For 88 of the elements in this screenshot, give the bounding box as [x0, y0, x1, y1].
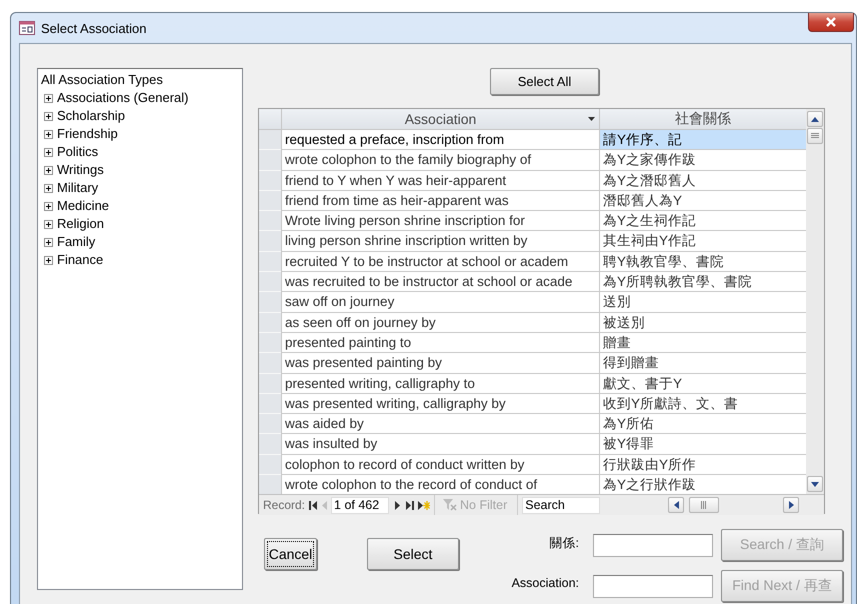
tree-item[interactable]: Politics — [57, 143, 98, 161]
table-cell: was presented painting by — [281, 353, 599, 374]
tree-root[interactable]: All Association Types — [41, 71, 239, 89]
table-cell: 潛邸舊人為Y — [599, 190, 806, 212]
tree-item[interactable]: Scholarship — [57, 107, 125, 125]
table-cell: living person shrine inscription written by — [281, 231, 599, 252]
table-cell: 得到贈畫 — [599, 353, 806, 374]
table-cell: colophon to record of conduct written by — [281, 454, 599, 476]
table-cell: Wrote living person shrine inscription for — [281, 211, 599, 232]
window-title: Select Association — [41, 20, 147, 36]
tree-item[interactable]: Military — [57, 179, 98, 197]
field-label: Association: — [510, 575, 580, 590]
expand-icon[interactable] — [44, 202, 53, 210]
right-arrow-icon — [788, 501, 794, 509]
table-cell: wrote colophon to the record of conduct of — [281, 475, 599, 494]
new-record-icon[interactable] — [418, 500, 430, 510]
expand-icon[interactable] — [44, 238, 53, 246]
table-cell: 請Y作序、記 — [599, 130, 806, 150]
table-cell: presented writing, calligraphy to — [281, 374, 599, 394]
tree-item[interactable]: Associations (General) — [57, 89, 188, 107]
table-cell: 行狀跋由Y所作 — [599, 454, 806, 476]
close-button[interactable] — [808, 13, 854, 32]
scroll-up-button[interactable] — [807, 111, 823, 127]
first-record-icon[interactable] — [309, 500, 318, 510]
table-cell: 為Y之潛邸舊人 — [599, 170, 806, 191]
table-cell: 為Y所佑 — [599, 414, 806, 434]
expand-icon[interactable] — [44, 112, 53, 120]
input-field[interactable] — [593, 534, 713, 556]
expand-icon[interactable] — [44, 148, 53, 156]
table-cell: presented painting to — [281, 332, 599, 354]
table-cell: 收到Y所獻詩、文、書 — [599, 394, 806, 414]
cancel-button[interactable]: Cancel — [264, 538, 317, 570]
table-cell: was presented writing, calligraphy by — [281, 394, 599, 414]
table-cell: 為Y之家傳作跋 — [599, 150, 806, 171]
up-arrow-icon — [811, 116, 819, 122]
table-cell: 獻文、書于Y — [599, 374, 806, 394]
tree-item[interactable]: Family — [57, 233, 96, 251]
expand-icon[interactable] — [44, 166, 53, 174]
table-cell: requested a preface, inscription from — [281, 130, 599, 150]
table-cell: 聘Y執教官學、書院 — [599, 252, 806, 272]
filter-icon — [443, 499, 458, 511]
scroll-right-button[interactable] — [783, 497, 800, 513]
tree-item[interactable]: Religion — [57, 215, 104, 233]
record-label: Record: — [263, 498, 306, 512]
table-cell: 為Y之生祠作記 — [599, 211, 806, 232]
tree-item[interactable]: Writings — [57, 161, 104, 179]
table-cell: as seen off on journey by — [281, 312, 599, 333]
scroll-thumb[interactable] — [807, 128, 823, 144]
table-cell: was recruited to be instructor at school or acade — [281, 272, 599, 292]
field-label: 關係: — [548, 535, 580, 552]
table-cell: was aided by — [281, 414, 599, 434]
next-record-icon[interactable] — [393, 500, 402, 510]
record-position-field[interactable]: 1 of 462 — [331, 496, 390, 514]
expand-icon[interactable] — [44, 94, 53, 102]
expand-icon[interactable] — [44, 130, 53, 138]
expand-icon[interactable] — [44, 220, 53, 228]
search-field[interactable]: Search — [522, 496, 600, 514]
expand-icon[interactable] — [44, 184, 53, 192]
close-icon — [825, 17, 837, 27]
table-cell: recruited Y to be instructor at school or academ — [281, 252, 599, 272]
table-cell: friend from time as heir-apparent was — [281, 190, 599, 212]
table-cell: 贈畫 — [599, 332, 806, 354]
tree-item[interactable]: Finance — [57, 251, 104, 269]
scroll-down-button[interactable] — [807, 476, 823, 492]
table-cell: 送別 — [599, 292, 806, 313]
expand-icon[interactable] — [44, 256, 53, 264]
tree-item[interactable]: Friendship — [57, 125, 118, 143]
table-cell: 為Y所聘執教官學、書院 — [599, 272, 806, 292]
table-cell: wrote colophon to the family biography of — [281, 150, 599, 171]
down-arrow-icon — [811, 482, 819, 486]
table-cell: friend to Y when Y was heir-apparent — [281, 170, 599, 191]
table-cell: 被送別 — [599, 312, 806, 333]
tree-item[interactable]: Medicine — [57, 197, 110, 215]
form-icon — [19, 21, 35, 35]
scroll-thumb[interactable] — [689, 497, 720, 513]
column-header[interactable]: Association — [281, 109, 599, 129]
left-arrow-icon — [674, 501, 679, 509]
input-field[interactable] — [593, 574, 713, 598]
table-cell: 被Y得罪 — [599, 434, 806, 455]
caret-icon[interactable] — [588, 117, 595, 121]
select-button[interactable]: Select — [367, 538, 459, 570]
table-cell: was insulted by — [281, 434, 599, 455]
table-cell: 為Y之行狀作跋 — [599, 475, 806, 494]
table-cell: 其生祠由Y作記 — [599, 231, 806, 252]
select-all-button[interactable]: Select All — [490, 68, 599, 95]
table-cell: saw off on journey — [281, 292, 599, 313]
scroll-left-button[interactable] — [668, 497, 684, 513]
last-record-icon[interactable] — [405, 500, 414, 510]
